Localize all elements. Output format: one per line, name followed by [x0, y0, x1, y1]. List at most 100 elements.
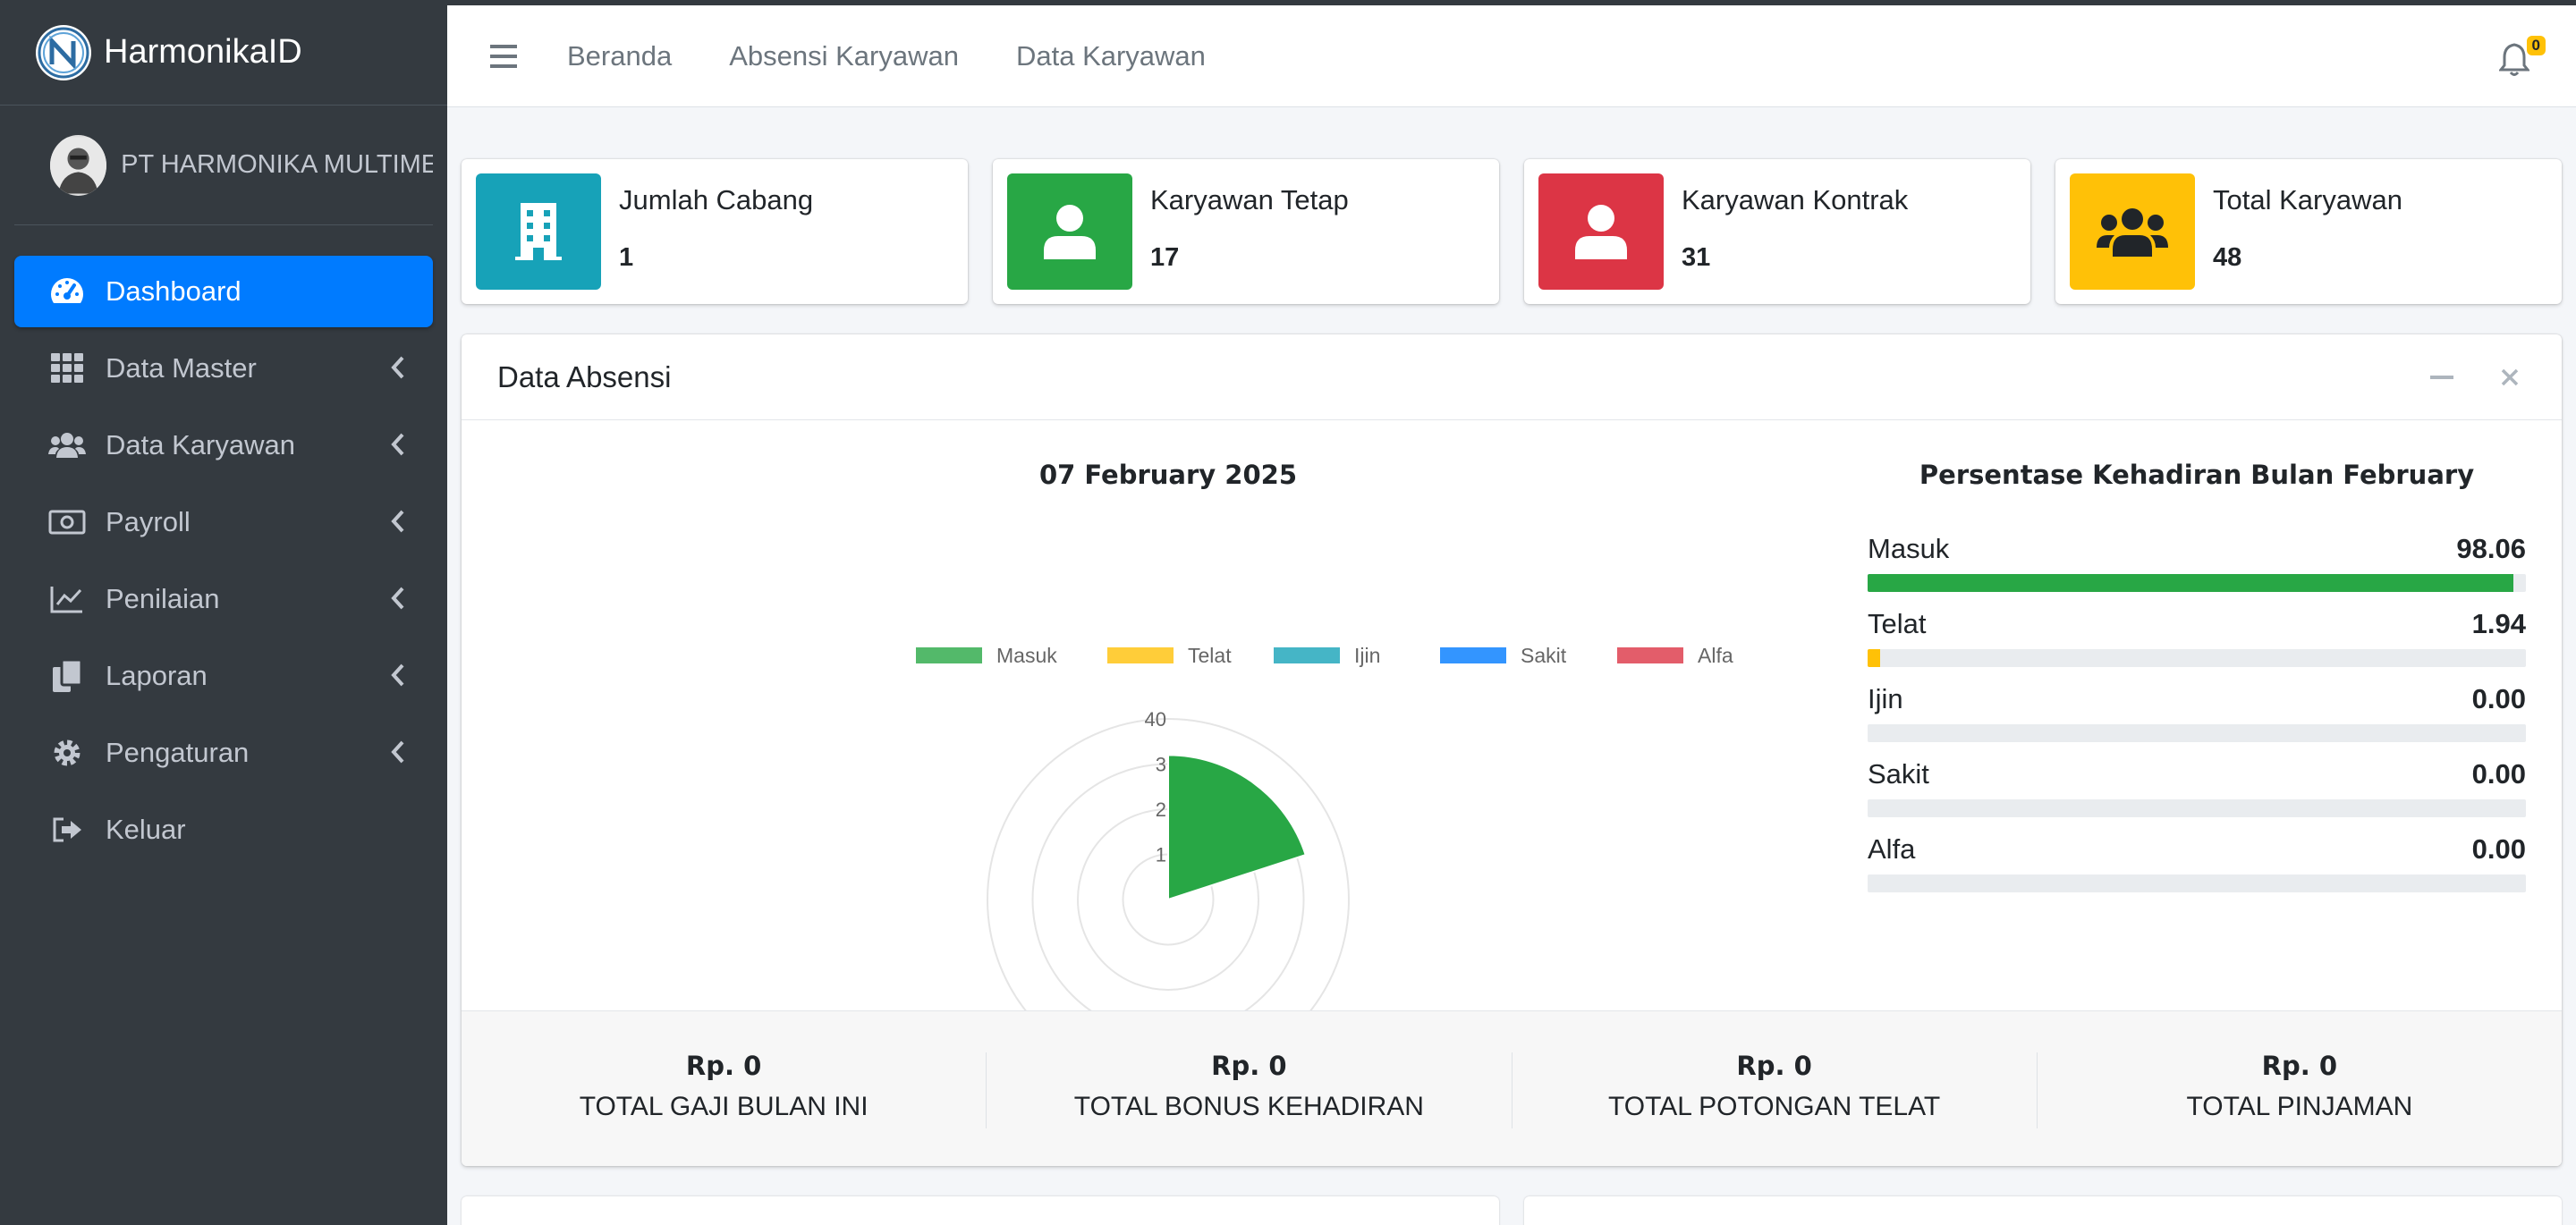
bottom-card-left: [462, 1196, 1499, 1225]
info-box-jumlah-cabang: Jumlah Cabang 1: [462, 159, 968, 304]
sidebar-nav: Dashboard Data Master Data Karyawan Payr…: [0, 225, 447, 866]
data-absensi-card: Data Absensi 07 February 2025 Masuk Telat…: [462, 334, 2562, 1166]
progress-bar-fill: [1868, 574, 2513, 592]
info-box-value: 31: [1682, 243, 1711, 272]
top-navbar: Beranda Absensi Karyawan Data Karyawan 0: [447, 5, 2576, 107]
card-title: Data Absensi: [497, 359, 672, 393]
progress-value: 0.00: [2471, 758, 2526, 790]
chevron-left-icon: [390, 585, 406, 619]
gear-icon: [48, 734, 86, 772]
info-box-label: Karyawan Kontrak: [1682, 184, 1909, 215]
sidebar-item-dashboard[interactable]: Dashboard: [14, 256, 433, 327]
sidebar-item-laporan[interactable]: Laporan: [14, 640, 433, 712]
progress-label: Ijin: [1868, 683, 1903, 714]
footer-label: TOTAL PINJAMAN: [2186, 1092, 2413, 1121]
sidebar-item-data-karyawan[interactable]: Data Karyawan: [14, 410, 433, 481]
legend-label: Ijin: [1354, 644, 1380, 667]
footer-amount: Rp. 0: [1211, 1051, 1287, 1081]
sidebar-item-label: Payroll: [106, 506, 191, 537]
minus-icon: [2430, 376, 2453, 379]
user-icon: [1007, 173, 1132, 290]
card-header: Data Absensi: [462, 334, 2562, 420]
chevron-left-icon: [390, 508, 406, 542]
avatar: [50, 134, 107, 196]
sidebar-item-pengaturan[interactable]: Pengaturan: [14, 717, 433, 789]
progress-group-telat: Telat 1.94: [1868, 608, 2526, 667]
card-tools: [2426, 361, 2526, 393]
info-box-value: 48: [2213, 243, 2242, 272]
info-box-karyawan-kontrak: Karyawan Kontrak 31: [1524, 159, 2030, 304]
collapse-button[interactable]: [2426, 361, 2458, 393]
building-icon: [476, 173, 601, 290]
legend-swatch: [916, 647, 982, 663]
brand-name: HarmonikaID: [104, 33, 302, 71]
progress-label: Sakit: [1868, 758, 1929, 790]
footer-label: TOTAL GAJI BULAN INI: [579, 1092, 869, 1121]
info-box-label: Total Karyawan: [2213, 184, 2402, 215]
sidebar-item-data-master[interactable]: Data Master: [14, 333, 433, 404]
progress-bar: [1868, 574, 2526, 592]
sidebar-item-penilaian[interactable]: Penilaian: [14, 563, 433, 635]
footer-amount: Rp. 0: [685, 1051, 762, 1081]
user-panel[interactable]: PT HARMONIKA MULTIMED: [14, 106, 433, 225]
info-box-label: Jumlah Cabang: [619, 184, 814, 215]
progress-value: 0.00: [2471, 833, 2526, 865]
tick-label: 3: [1156, 754, 1166, 776]
legend-swatch: [1107, 647, 1174, 663]
card-footer: Rp. 0 TOTAL GAJI BULAN INI Rp. 0 TOTAL B…: [462, 1010, 2562, 1166]
legend-label: Telat: [1188, 644, 1232, 667]
progress-bar: [1868, 649, 2526, 667]
chart-line-icon: [48, 580, 86, 618]
chevron-left-icon: [390, 431, 406, 465]
progress-group-alfa: Alfa 0.00: [1868, 833, 2526, 892]
progress-bar-fill: [1868, 649, 1881, 667]
legend-swatch: [1440, 647, 1506, 663]
sidebar-item-keluar[interactable]: Keluar: [14, 794, 433, 866]
footer-amount: Rp. 0: [2261, 1051, 2338, 1081]
progress-value: 98.06: [2456, 533, 2526, 564]
sign-out-icon: [48, 811, 86, 849]
legend-label: Alfa: [1698, 644, 1733, 667]
tachometer-icon: [48, 273, 86, 310]
grid-icon: [48, 350, 86, 387]
notification-bell[interactable]: 0: [2496, 36, 2546, 80]
info-box-label: Karyawan Tetap: [1150, 184, 1349, 215]
sidebar-item-label: Penilaian: [106, 583, 220, 614]
footer-amount: Rp. 0: [1736, 1051, 1812, 1081]
bottom-card-right: [1524, 1196, 2562, 1225]
window-top-border: [0, 0, 2576, 5]
footer-total-pinjaman: Rp. 0 TOTAL PINJAMAN: [2038, 1051, 2562, 1128]
chevron-left-icon: [390, 354, 406, 388]
chart-title: 07 February 2025: [1038, 460, 1298, 490]
footer-label: TOTAL BONUS KEHADIRAN: [1073, 1092, 1424, 1121]
hamburger-menu-icon[interactable]: [485, 38, 522, 74]
progress-label: Masuk: [1868, 533, 1950, 564]
progress-bar: [1868, 874, 2526, 892]
bell-icon: [2499, 43, 2529, 76]
nav-link-beranda[interactable]: Beranda: [567, 40, 672, 72]
progress-group-masuk: Masuk 98.06: [1868, 533, 2526, 592]
legend-swatch: [1274, 647, 1340, 663]
chevron-left-icon: [390, 662, 406, 696]
progress-group-sakit: Sakit 0.00: [1868, 758, 2526, 817]
sidebar-item-label: Data Master: [106, 352, 257, 384]
chevron-left-icon: [390, 739, 406, 773]
users-icon: [48, 427, 86, 464]
close-icon: [2501, 368, 2519, 386]
sidebar-item-label: Laporan: [106, 660, 208, 691]
remove-button[interactable]: [2494, 361, 2526, 393]
notification-badge: 0: [2526, 36, 2546, 55]
footer-total-bonus: Rp. 0 TOTAL BONUS KEHADIRAN: [987, 1051, 1513, 1128]
money-icon: [48, 503, 86, 541]
nav-link-absensi-karyawan[interactable]: Absensi Karyawan: [729, 40, 959, 72]
footer-total-gaji: Rp. 0 TOTAL GAJI BULAN INI: [462, 1051, 987, 1128]
nav-link-data-karyawan[interactable]: Data Karyawan: [1016, 40, 1206, 72]
copy-icon: [48, 657, 86, 695]
users-icon: [2070, 173, 2195, 290]
brand[interactable]: HarmonikaID: [0, 0, 447, 106]
sidebar-item-payroll[interactable]: Payroll: [14, 486, 433, 558]
sidebar: HarmonikaID PT HARMONIKA MULTIMED Dashbo…: [0, 0, 447, 1225]
user-icon: [1538, 173, 1664, 290]
legend-label: Masuk: [996, 644, 1057, 667]
sidebar-item-label: Keluar: [106, 814, 186, 845]
